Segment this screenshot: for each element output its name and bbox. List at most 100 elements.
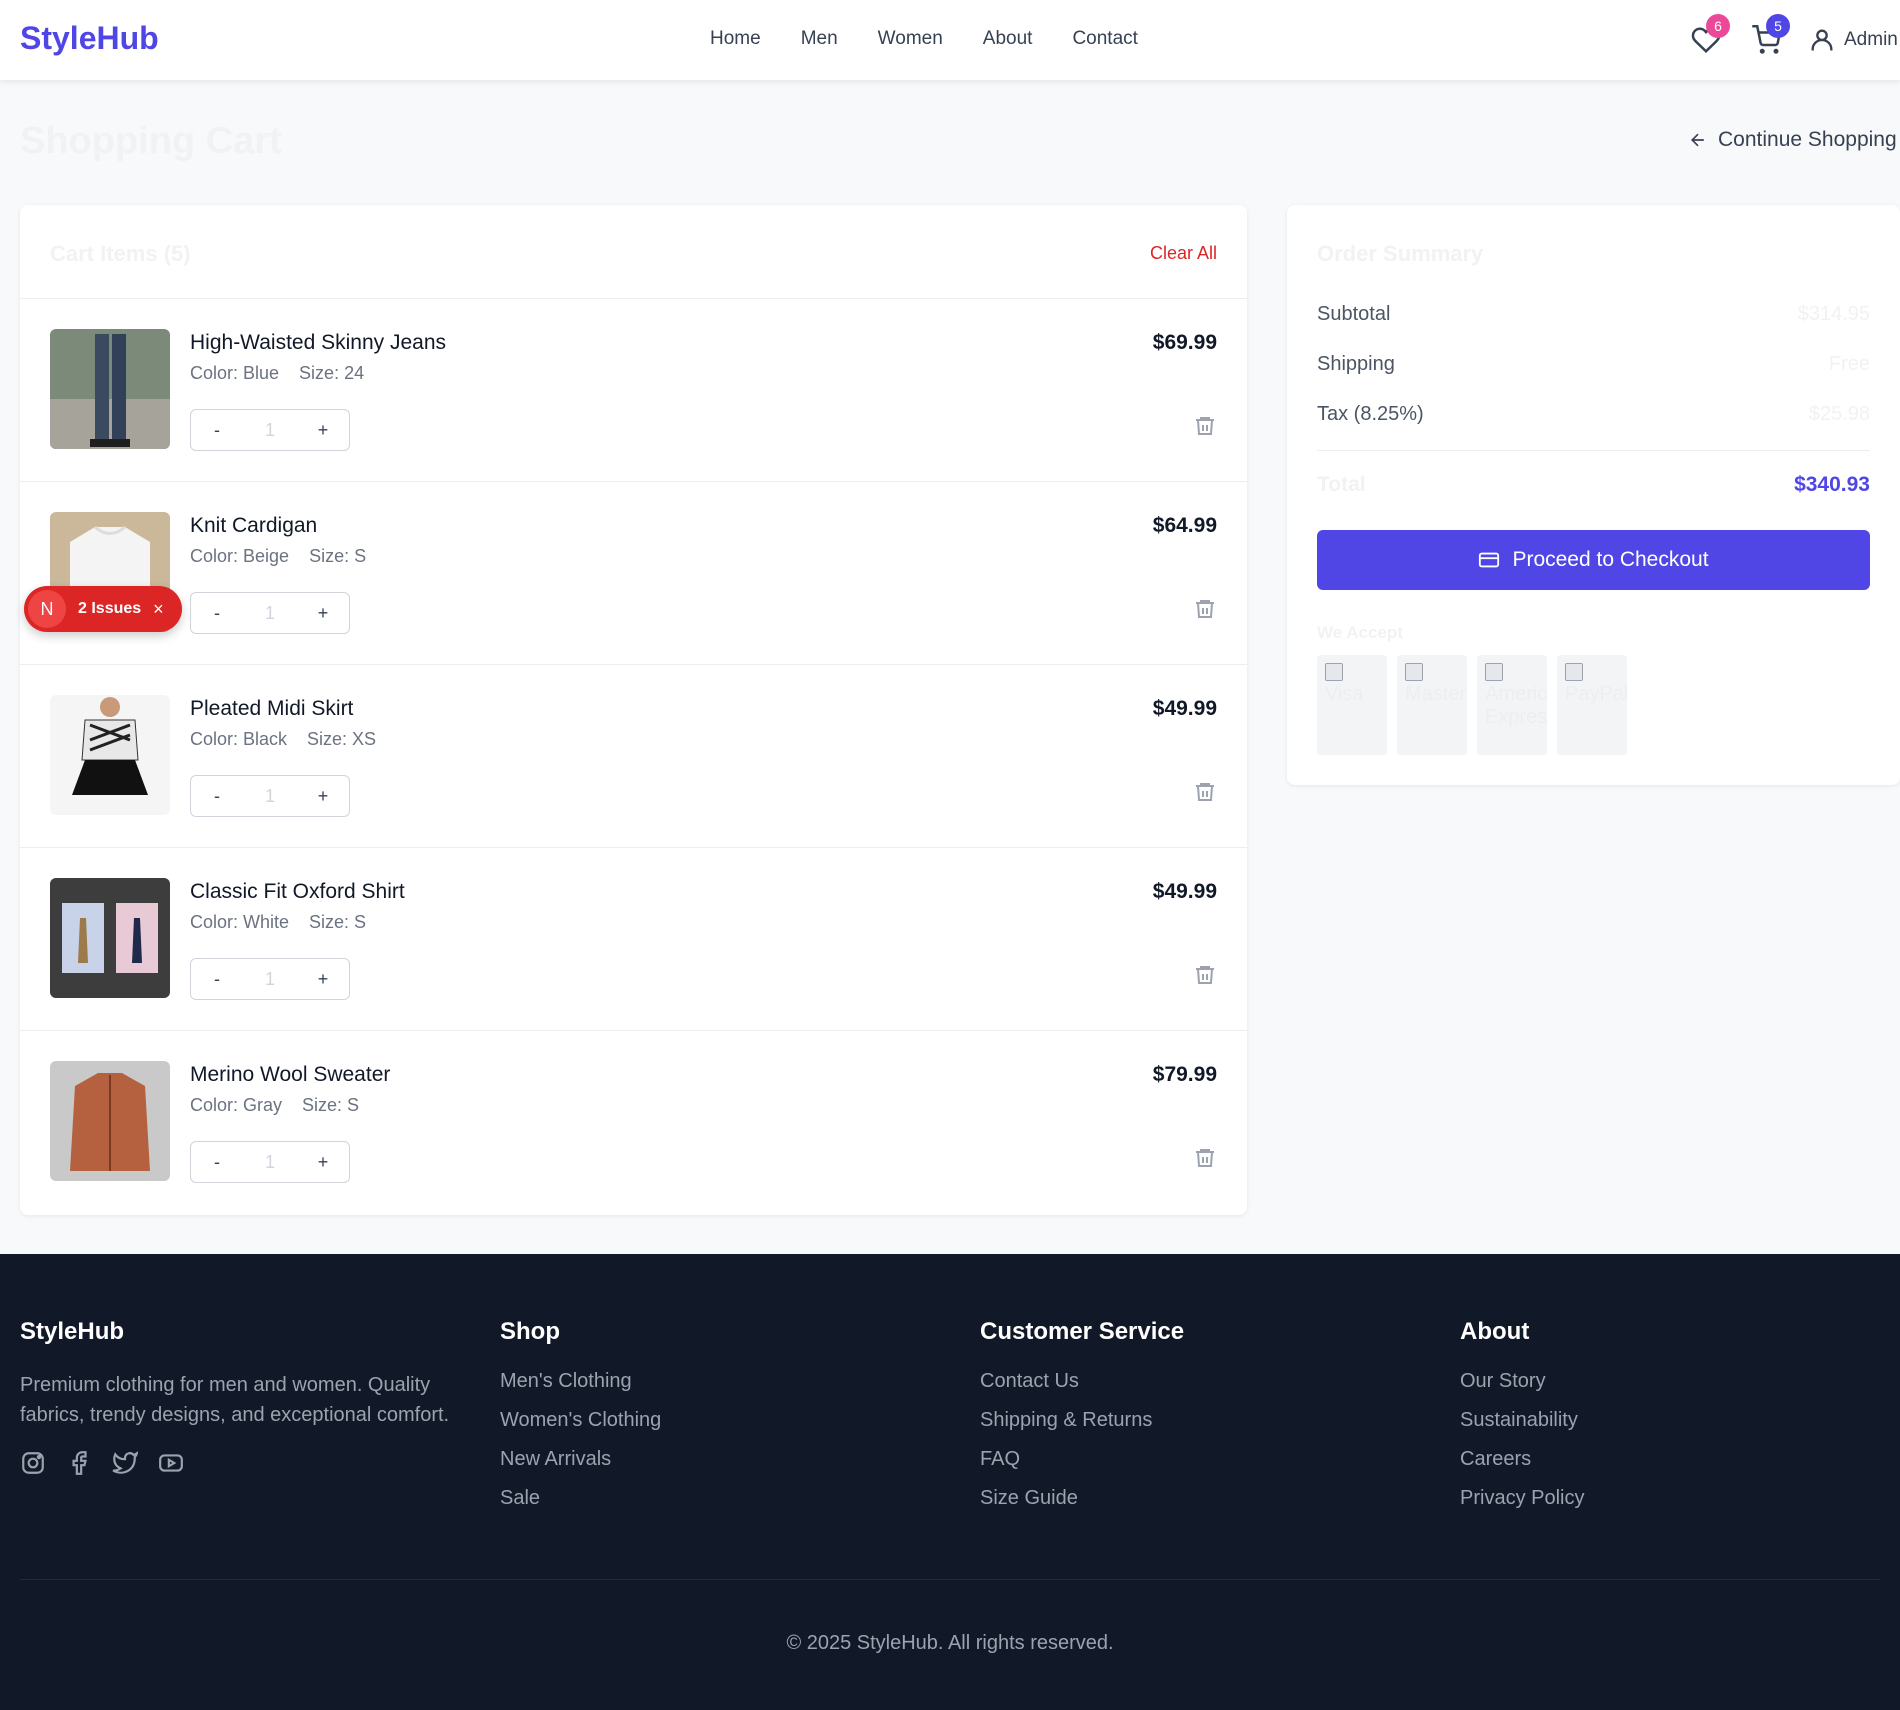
footer-link-new-arrivals[interactable]: New Arrivals	[500, 1448, 661, 1471]
paypal-logo: PayPal	[1557, 655, 1627, 755]
footer-link-faq[interactable]: FAQ	[980, 1448, 1184, 1471]
remove-item-button[interactable]	[1193, 597, 1217, 626]
quantity-stepper: - 1 +	[190, 1141, 350, 1183]
trash-icon	[1196, 417, 1214, 435]
remove-item-button[interactable]	[1193, 963, 1217, 992]
product-meta: Color: Beige Size: S	[190, 546, 366, 567]
decrease-quantity-button[interactable]: -	[207, 786, 227, 807]
footer-link-privacy-policy[interactable]: Privacy Policy	[1460, 1487, 1584, 1510]
footer-link-sustainability[interactable]: Sustainability	[1460, 1409, 1584, 1432]
footer-link-womens-clothing[interactable]: Women's Clothing	[500, 1409, 661, 1432]
trash-icon	[1196, 966, 1214, 984]
increase-quantity-button[interactable]: +	[313, 603, 333, 624]
remove-item-button[interactable]	[1193, 414, 1217, 443]
payment-methods: Visa Mastercard American Express PayPal	[1317, 655, 1627, 755]
increase-quantity-button[interactable]: +	[313, 786, 333, 807]
decrease-quantity-button[interactable]: -	[207, 1152, 227, 1173]
cart-button[interactable]: 5	[1748, 14, 1790, 60]
instagram-icon[interactable]	[20, 1450, 46, 1476]
quantity-stepper: - 1 +	[190, 958, 350, 1000]
footer-link-sale[interactable]: Sale	[500, 1487, 661, 1510]
cart-item: Pleated Midi Skirt Color: Black Size: XS…	[20, 665, 1247, 848]
increase-quantity-button[interactable]: +	[313, 1152, 333, 1173]
nav-women[interactable]: Women	[878, 28, 943, 50]
quantity-value[interactable]: 1	[265, 420, 275, 441]
proceed-to-checkout-button[interactable]: Proceed to Checkout	[1317, 530, 1870, 590]
quantity-value[interactable]: 1	[265, 786, 275, 807]
footer-service-column: Customer Service Contact Us Shipping & R…	[980, 1318, 1184, 1526]
remove-item-button[interactable]	[1193, 780, 1217, 809]
trash-icon	[1196, 1149, 1214, 1167]
footer-link-contact-us[interactable]: Contact Us	[980, 1370, 1184, 1393]
product-name[interactable]: Knit Cardigan	[190, 514, 317, 538]
social-links	[20, 1450, 470, 1476]
copyright-text: © 2025 StyleHub. All rights reserved.	[786, 1632, 1114, 1654]
twitter-icon[interactable]	[112, 1450, 138, 1476]
quantity-stepper: - 1 +	[190, 592, 350, 634]
quantity-value[interactable]: 1	[265, 969, 275, 990]
tax-row: Tax (8.25%) $25.98	[1317, 403, 1870, 426]
product-name[interactable]: Merino Wool Sweater	[190, 1063, 390, 1087]
total-value: $340.93	[1794, 473, 1870, 496]
product-image[interactable]	[50, 695, 170, 815]
product-name[interactable]: Classic Fit Oxford Shirt	[190, 880, 405, 904]
clear-all-button[interactable]: Clear All	[1150, 243, 1217, 264]
mastercard-logo: Mastercard	[1397, 655, 1467, 755]
product-image[interactable]	[50, 329, 170, 449]
product-price: $49.99	[1152, 697, 1217, 720]
total-row: Total $340.93	[1317, 473, 1870, 497]
site-footer: StyleHub Premium clothing for men and wo…	[0, 1254, 1900, 1710]
product-color: Color: Black	[190, 729, 288, 749]
decrease-quantity-button[interactable]: -	[207, 969, 227, 990]
product-name[interactable]: Pleated Midi Skirt	[190, 697, 353, 721]
issues-badge[interactable]: N 2 Issues ×	[24, 586, 182, 632]
footer-link-mens-clothing[interactable]: Men's Clothing	[500, 1370, 661, 1393]
order-summary-card: Order Summary Subtotal $314.95 Shipping …	[1287, 205, 1900, 785]
cart-title: Cart Items (5)	[50, 241, 191, 266]
subtotal-value: $314.95	[1797, 303, 1870, 325]
product-image[interactable]	[50, 1061, 170, 1181]
youtube-icon[interactable]	[158, 1450, 184, 1476]
quantity-value[interactable]: 1	[265, 603, 275, 624]
product-image[interactable]	[50, 878, 170, 998]
shipping-row: Shipping Free	[1317, 353, 1870, 376]
continue-shopping-link[interactable]: Continue Shopping	[1688, 128, 1897, 152]
nav-men[interactable]: Men	[801, 28, 838, 50]
quantity-value[interactable]: 1	[265, 1152, 275, 1173]
remove-item-button[interactable]	[1193, 1146, 1217, 1175]
footer-service-title: Customer Service	[980, 1318, 1185, 1345]
facebook-icon[interactable]	[66, 1450, 92, 1476]
footer-link-shipping-returns[interactable]: Shipping & Returns	[980, 1409, 1184, 1432]
product-price: $69.99	[1152, 331, 1217, 354]
issues-logo: N	[28, 590, 66, 628]
footer-link-size-guide[interactable]: Size Guide	[980, 1487, 1184, 1510]
product-name[interactable]: High-Waisted Skinny Jeans	[190, 331, 446, 355]
decrease-quantity-button[interactable]: -	[207, 603, 227, 624]
increase-quantity-button[interactable]: +	[313, 420, 333, 441]
user-menu[interactable]: Admin	[1808, 26, 1898, 54]
footer-link-careers[interactable]: Careers	[1460, 1448, 1584, 1471]
user-icon	[1811, 29, 1833, 51]
main-nav: Home Men Women About Contact	[710, 28, 1138, 50]
issues-label: 2 Issues	[78, 600, 142, 617]
product-meta: Color: Gray Size: S	[190, 1095, 359, 1116]
decrease-quantity-button[interactable]: -	[207, 420, 227, 441]
nav-home[interactable]: Home	[710, 28, 761, 50]
footer-link-our-story[interactable]: Our Story	[1460, 1370, 1584, 1393]
nav-about[interactable]: About	[983, 28, 1033, 50]
cart-item: Merino Wool Sweater Color: Gray Size: S …	[20, 1031, 1247, 1214]
product-meta: Color: Blue Size: 24	[190, 363, 364, 384]
product-color: Color: White	[190, 912, 290, 932]
cart-item: Knit Cardigan Color: Beige Size: S - 1 +…	[20, 482, 1247, 665]
brand-logo[interactable]: StyleHub	[20, 20, 159, 57]
wishlist-button[interactable]: 6	[1688, 14, 1730, 60]
cart-item: High-Waisted Skinny Jeans Color: Blue Si…	[20, 299, 1247, 482]
trash-icon	[1196, 783, 1214, 801]
checkout-label: Proceed to Checkout	[1512, 548, 1709, 571]
nav-contact[interactable]: Contact	[1072, 28, 1137, 50]
increase-quantity-button[interactable]: +	[313, 969, 333, 990]
product-price: $49.99	[1152, 880, 1217, 903]
product-color: Color: Gray	[190, 1095, 283, 1115]
close-icon[interactable]: ×	[153, 599, 164, 620]
footer-divider	[20, 1579, 1880, 1580]
